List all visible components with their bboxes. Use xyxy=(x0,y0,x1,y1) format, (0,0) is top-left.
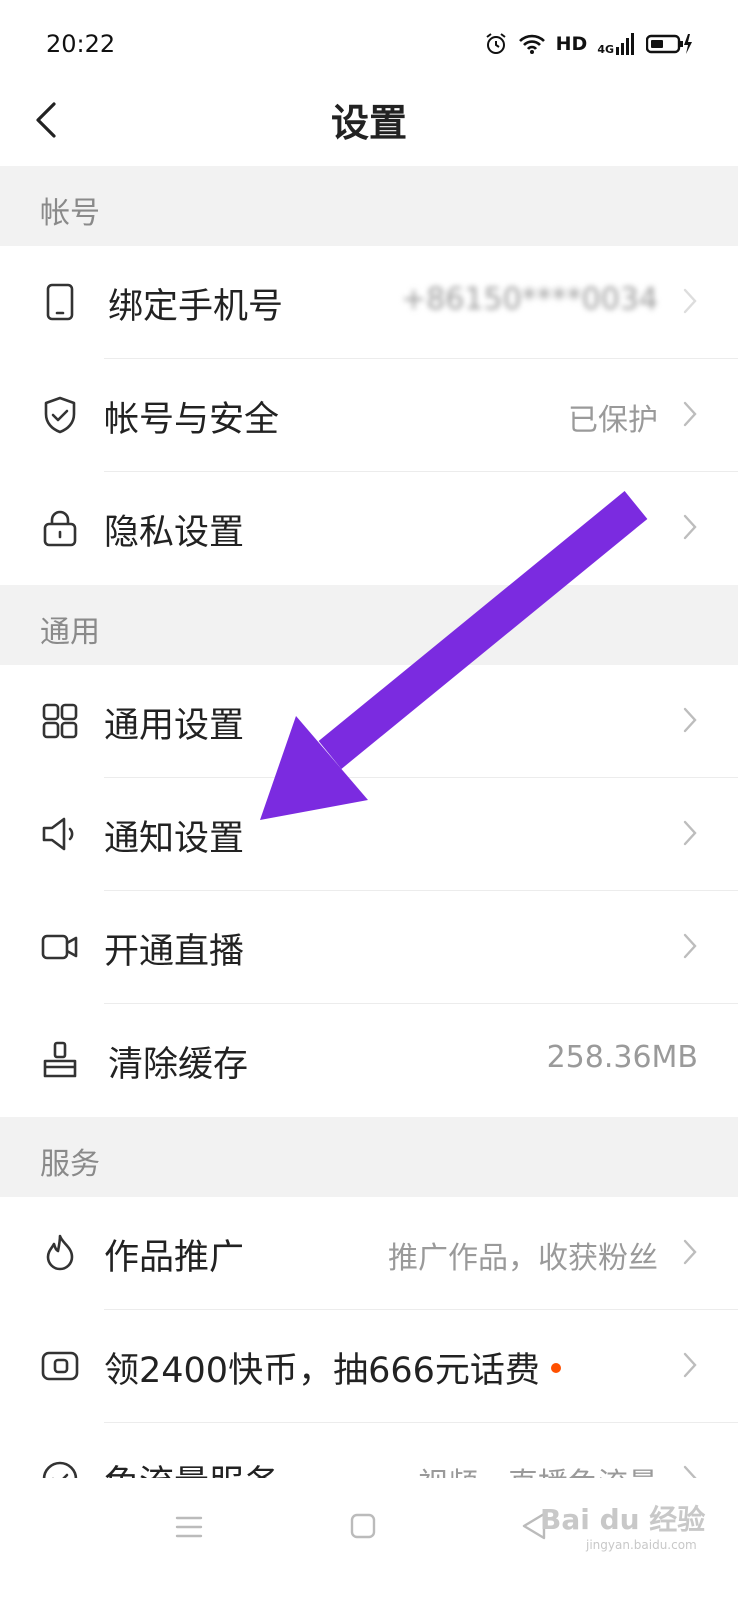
status-time: 20:22 xyxy=(46,30,116,58)
row-general-settings[interactable]: 通用设置 xyxy=(0,665,738,778)
section-title: 通用 xyxy=(40,615,100,650)
shield-icon xyxy=(44,396,76,434)
phone-icon xyxy=(46,283,74,321)
speaker-icon xyxy=(42,817,74,851)
row-label: 作品推广 xyxy=(104,1238,245,1278)
lock-icon xyxy=(43,510,77,547)
page-title: 设置 xyxy=(330,101,407,145)
chevron-right-icon xyxy=(683,933,697,959)
alarm-icon xyxy=(486,33,506,54)
row-clear-cache[interactable]: 清除缓存 258.36MB xyxy=(0,1004,738,1117)
row-account-security[interactable]: 帐号与安全 已保护 xyxy=(0,359,738,472)
row-promotion[interactable]: 作品推广 推广作品，收获粉丝 xyxy=(0,1197,738,1310)
chevron-right-icon xyxy=(683,1239,697,1265)
section-header-account: 帐号 xyxy=(0,166,738,246)
chevron-right-icon xyxy=(683,401,697,427)
flame-icon xyxy=(46,1234,74,1271)
row-label: 隐私设置 xyxy=(104,513,245,553)
brush-icon xyxy=(43,1041,77,1078)
wifi-icon xyxy=(518,34,545,54)
wallet-icon xyxy=(41,1351,79,1381)
row-privacy[interactable]: 隐私设置 xyxy=(0,472,738,585)
section-title: 帐号 xyxy=(40,196,100,231)
row-label: 领2400快币，抽666元话费 xyxy=(104,1351,540,1391)
chevron-right-icon xyxy=(683,288,697,314)
row-label: 绑定手机号 xyxy=(108,287,284,327)
cache-size-value: 258.36MB xyxy=(546,1040,698,1075)
hd-indicator: HD xyxy=(555,33,588,55)
home-icon[interactable] xyxy=(349,1512,377,1540)
row-bind-phone[interactable]: 绑定手机号 +86150****0034 xyxy=(0,246,738,359)
status-icons: HD 4G xyxy=(484,28,692,60)
nav-bar: 设置 xyxy=(0,70,738,167)
section-title: 服务 xyxy=(40,1147,100,1182)
chevron-right-icon xyxy=(683,820,697,846)
section-header-services: 服务 xyxy=(0,1117,738,1197)
security-status-value: 已保护 xyxy=(568,403,658,438)
grid-icon xyxy=(42,703,78,739)
chevron-right-icon xyxy=(683,514,697,540)
video-camera-icon xyxy=(41,934,78,960)
red-dot-badge xyxy=(551,1363,561,1373)
row-notification-settings[interactable]: 通知设置 xyxy=(0,778,738,891)
row-live[interactable]: 开通直播 xyxy=(0,891,738,1004)
row-label: 开通直播 xyxy=(104,932,245,972)
row-label: 通知设置 xyxy=(104,819,245,859)
section-header-general: 通用 xyxy=(0,585,738,665)
menu-icon[interactable] xyxy=(174,1514,204,1540)
row-label: 帐号与安全 xyxy=(104,400,280,440)
promotion-hint-value: 推广作品，收获粉丝 xyxy=(388,1241,658,1276)
battery-icon xyxy=(646,34,692,54)
chevron-right-icon xyxy=(683,707,697,733)
row-label: 通用设置 xyxy=(104,706,245,746)
row-coins[interactable]: 领2400快币，抽666元话费 xyxy=(0,1310,738,1423)
row-label: 清除缓存 xyxy=(108,1045,249,1085)
watermark: Bai du 经验 jingyan.baidu.com xyxy=(540,1503,706,1552)
phone-number-value: +86150****0034 xyxy=(401,282,658,317)
signal-icon: 4G xyxy=(597,33,636,55)
chevron-right-icon xyxy=(683,1352,697,1378)
